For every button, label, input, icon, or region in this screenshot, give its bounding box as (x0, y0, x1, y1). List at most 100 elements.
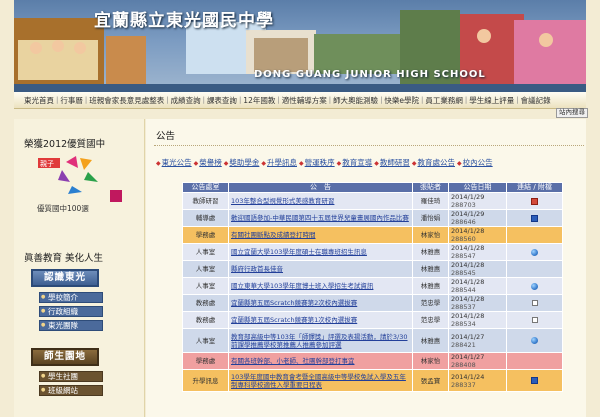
cell-attachment (506, 328, 563, 353)
cell-attachment (506, 277, 563, 295)
cell-poster: 范忠學 (412, 294, 449, 312)
date-text: 2014/1/29 (451, 210, 485, 218)
nav-12year[interactable]: 12年國教 (243, 95, 275, 106)
link-school-intro[interactable]: 學校簡介 (39, 292, 103, 303)
cell-poster: 林雅惠 (412, 328, 449, 353)
cell-date: 2014/1/29 288703 (448, 192, 507, 210)
cell-unit: 人事室 (182, 243, 229, 261)
checkbox-icon[interactable] (531, 317, 538, 323)
cell-title-link[interactable]: 國立宜蘭大學103學年度碩士在職專班招生訊息 (228, 243, 413, 261)
cell-poster: 張孟寶 (412, 369, 449, 392)
cell-date: 2014/1/28 288544 (448, 277, 507, 295)
word-file-icon[interactable] (531, 214, 538, 222)
table-header-row: 公告處室 公 告 張貼者 公告日期 連結 / 附檔 (182, 182, 563, 193)
cell-attachment (506, 226, 563, 244)
nav-parent-feedback[interactable]: 班親會家長意見處整表 (89, 95, 164, 106)
award-heading: 榮獲2012優質國中 (24, 139, 106, 150)
nav-meetings[interactable]: 會議記錄 (521, 95, 551, 106)
nav-online-eval[interactable]: 學生線上評量 (469, 95, 514, 106)
nav-calendar[interactable]: 行事曆 (60, 95, 83, 106)
quality-label: 優質國中100選 (37, 204, 89, 213)
svg-text:親子: 親子 (40, 159, 54, 168)
date-text: 2014/1/28 (451, 278, 485, 286)
cell-poster: 潘怡娟 (412, 209, 449, 227)
quality-school-logo: 親子 (38, 156, 122, 202)
cell-date: 2014/1/27 288421 (448, 328, 507, 353)
post-number: 288545 (451, 269, 476, 277)
cell-unit: 教務處 (182, 294, 229, 312)
link-admin-org[interactable]: 行政組織 (39, 306, 103, 317)
post-number: 288544 (451, 286, 476, 294)
date-text: 2014/1/27 (451, 353, 485, 361)
pdf-file-icon[interactable] (531, 197, 538, 205)
col-poster: 張貼者 (412, 182, 449, 193)
nav-elearn[interactable]: 快樂e學院 (384, 95, 419, 106)
cell-attachment (506, 192, 563, 210)
date-text: 2014/1/28 (451, 312, 485, 320)
nav-staff[interactable]: 員工業務網 (425, 95, 463, 106)
word-file-icon[interactable] (531, 377, 538, 384)
cell-title-link[interactable]: 有關各班幹部、小老師、社團幹部登打事宜 (228, 352, 413, 370)
web-link-icon[interactable] (531, 282, 538, 290)
table-row: 人事室 教育部高級中等103年「師鐸獎」評選及表揚活動，請於3/30前課學推薦學校… (182, 328, 563, 353)
link-student-clubs[interactable]: 學生社團 (39, 371, 103, 382)
cell-title-link[interactable]: 103學年度國中教育會考暨全國高級中等學校免試入學及五年制專科學校適性入學重要日… (228, 369, 413, 392)
cat-admission[interactable]: 升學訊息 (261, 157, 297, 168)
category-links: 東光公告 榮譽榜 獎助學金 升學訊息 營運秩序 教育宣導 教師研習 教育處公告 … (156, 157, 493, 168)
cat-internal[interactable]: 校內公告 (457, 157, 493, 168)
table-row: 人事室 國立宜蘭大學103學年度碩士在職專班招生訊息 林雅惠 2014/1/28 288… (182, 243, 563, 261)
cell-attachment (506, 311, 563, 329)
checkbox-icon[interactable] (531, 300, 538, 306)
cat-school[interactable]: 東光公告 (156, 157, 192, 168)
web-link-icon[interactable] (531, 337, 538, 344)
cell-title-link[interactable]: 宜蘭縣第五屆Scratch競賽第2次校內選拔賽 (228, 294, 413, 312)
cell-title-link[interactable]: 國立東華大學103學年度博士班入學招生考試資訊 (228, 277, 413, 295)
banner-strip (14, 84, 586, 92)
nav-home[interactable]: 東光首頁 (24, 95, 54, 106)
cell-title-link[interactable]: 歡迎國語參加-中華民國第四十五屆世界兒童畫展國內作品比賽 (228, 209, 413, 227)
link-class-sites[interactable]: 班級網站 (39, 385, 103, 396)
web-link-icon[interactable] (531, 248, 538, 256)
post-number: 288703 (451, 201, 476, 209)
table-row: 教務處 宜蘭縣第五屆Scratch競賽第1次校內選拔賽 范忠學 2014/1/28 28… (182, 311, 563, 329)
cell-unit: 教師研習 (182, 192, 229, 210)
post-number: 288547 (451, 252, 476, 260)
main-content: 公告 東光公告 榮譽榜 獎助學金 升學訊息 營運秩序 教育宣導 教師研習 教育處… (146, 119, 586, 417)
cell-attachment (506, 369, 563, 392)
cell-poster: 林家怡 (412, 226, 449, 244)
cat-scholarship[interactable]: 獎助學金 (224, 157, 259, 168)
cell-title-link[interactable]: 103年整合型視覺形式美感教育研習 (228, 192, 413, 210)
cell-title-link[interactable]: 有關社團斷點及成績登打時間 (228, 226, 413, 244)
cell-unit: 輔導處 (182, 209, 229, 227)
cell-title-link[interactable]: 宜蘭縣第五屆Scratch競賽第1次校內選拔賽 (228, 311, 413, 329)
cell-date: 2014/1/28 288537 (448, 294, 507, 312)
board-know-dongguang: 認識東光 (31, 269, 99, 287)
date-text: 2014/1/28 (451, 244, 485, 252)
post-number: 288534 (451, 320, 476, 328)
cell-poster: 羅佳琦 (412, 192, 449, 210)
nav-timetable[interactable]: 課表查詢 (207, 95, 237, 106)
post-number: 288421 (451, 340, 476, 349)
date-text: 2014/1/24 (451, 372, 485, 381)
nav-grades[interactable]: 成績查詢 (171, 95, 201, 106)
cat-honor[interactable]: 榮譽榜 (194, 157, 222, 168)
cat-teacher-study[interactable]: 教師研習 (374, 157, 410, 168)
link-team[interactable]: 東光團隊 (39, 320, 103, 331)
cell-poster: 林雅惠 (412, 277, 449, 295)
cell-attachment (506, 352, 563, 370)
cell-attachment (506, 209, 563, 227)
cell-title-link[interactable]: 教育部高級中等103年「師鐸獎」評選及表揚活動，請於3/30前課學推薦學校第推薦… (228, 328, 413, 353)
nav-guidance[interactable]: 適性輔導方案 (282, 95, 327, 106)
cat-promotion[interactable]: 教育宣導 (337, 157, 372, 168)
table-row: 學務處 有關社團斷點及成績登打時間 林家怡 2014/1/28 288560 (182, 226, 563, 244)
cell-unit: 學務處 (182, 226, 229, 244)
cat-order[interactable]: 營運秩序 (299, 157, 335, 168)
cell-title-link[interactable]: 縣府行政首長佳音 (228, 260, 413, 278)
school-subtitle: DONG GUANG JUNIOR HIGH SCHOOL (254, 69, 486, 80)
cat-edu-bureau[interactable]: 教育處公告 (412, 157, 456, 168)
post-number: 288537 (451, 303, 476, 311)
page-title: 公告 (156, 131, 176, 142)
site-search-button[interactable]: 站內搜尋 (556, 108, 588, 118)
board-student-garden: 師生園地 (31, 348, 99, 366)
nav-test[interactable]: 師大奧能測驗 (333, 95, 378, 106)
